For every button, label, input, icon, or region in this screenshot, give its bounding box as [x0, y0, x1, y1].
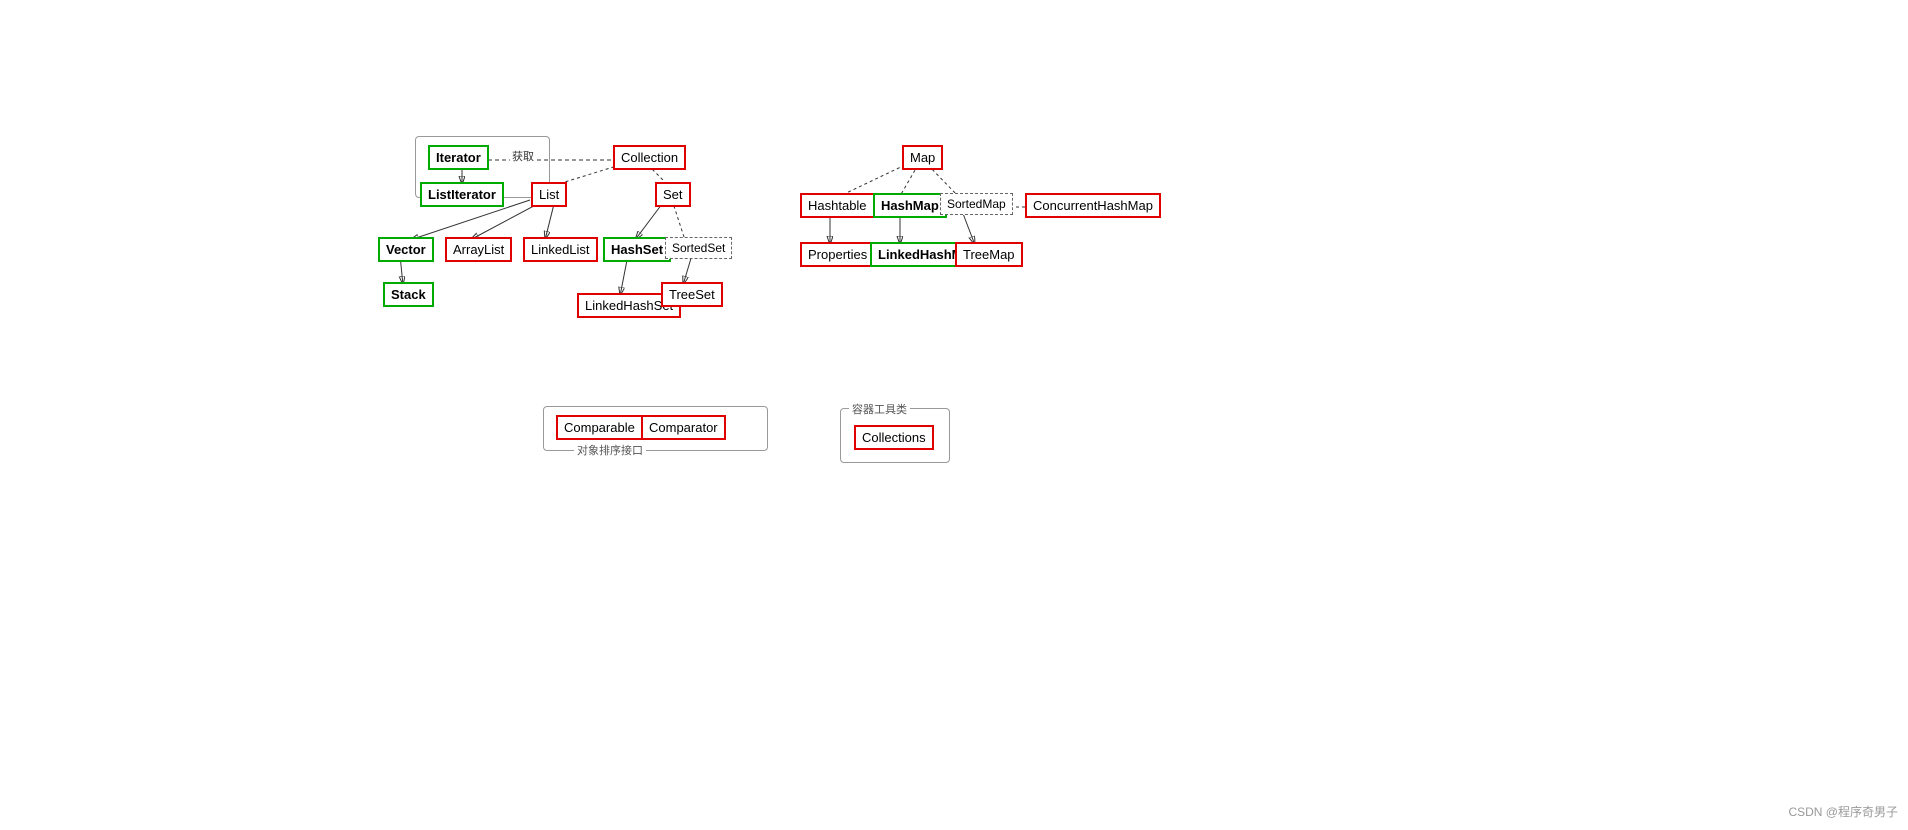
node-list: List	[531, 182, 567, 207]
node-hashmap: HashMap	[873, 193, 947, 218]
node-sortedset: SortedSet	[665, 237, 732, 259]
node-collection: Collection	[613, 145, 686, 170]
node-linkedlist: LinkedList	[523, 237, 598, 262]
node-treeset: TreeSet	[661, 282, 723, 307]
node-listiterator: ListIterator	[420, 182, 504, 207]
node-map: Map	[902, 145, 943, 170]
arrow-label-get: 获取	[510, 148, 536, 164]
node-properties: Properties	[800, 242, 875, 267]
node-hashtable: Hashtable	[800, 193, 875, 218]
node-concurrenthashmap: ConcurrentHashMap	[1025, 193, 1161, 218]
node-hashset: HashSet	[603, 237, 671, 262]
diagram-container: 迭代器 对象排序接口 容器工具类 获取 Collection Iterator …	[0, 0, 1908, 830]
node-sortedmap: SortedMap	[940, 193, 1013, 215]
node-set: Set	[655, 182, 691, 207]
group-tools-label: 容器工具类	[849, 401, 910, 417]
watermark: CSDN @程序奇男子	[1788, 803, 1898, 820]
node-collections: Collections	[854, 425, 934, 450]
group-sorting-label: 对象排序接口	[574, 442, 646, 458]
node-arraylist: ArrayList	[445, 237, 512, 262]
node-stack: Stack	[383, 282, 434, 307]
node-vector: Vector	[378, 237, 434, 262]
node-comparator: Comparator	[641, 415, 726, 440]
node-treemap: TreeMap	[955, 242, 1023, 267]
node-comparable: Comparable	[556, 415, 643, 440]
arrows-svg	[0, 0, 1908, 830]
node-iterator: Iterator	[428, 145, 489, 170]
